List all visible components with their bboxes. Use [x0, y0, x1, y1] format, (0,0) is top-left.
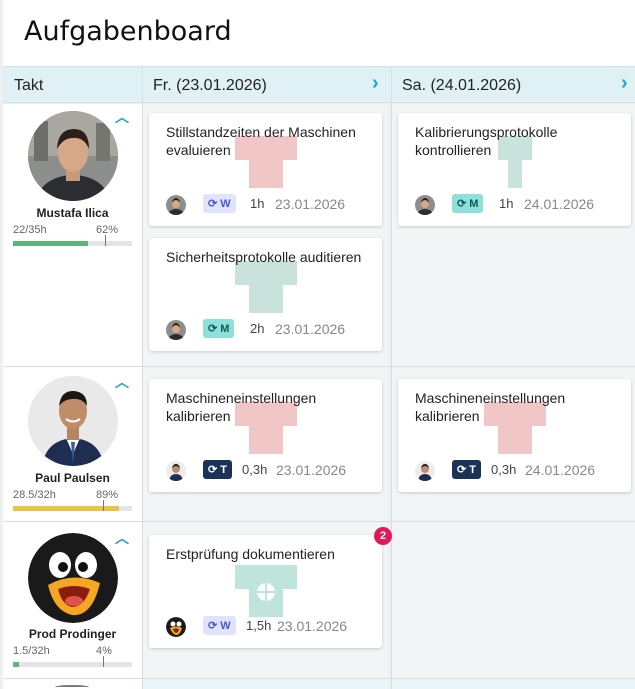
- task-card[interactable]: 2 Erstprüfung dokumentieren ⟳ W 1,5h 23.0…: [149, 527, 392, 648]
- task-card[interactable]: Stillstandzeiten der Maschinen evaluiere…: [149, 113, 382, 226]
- task-date: 24.01.2026: [524, 196, 595, 212]
- recurrence-tag: ⟳ W: [203, 194, 236, 213]
- repeat-icon: ⟳: [457, 198, 467, 210]
- task-title: Stillstandzeiten der Maschinen evaluiere…: [166, 124, 356, 158]
- recurrence-tag: ⟳ M: [203, 319, 235, 338]
- chevron-right-icon[interactable]: ›: [621, 73, 628, 93]
- task-title: Kalibrierungsprotokolle kontrollieren: [415, 124, 558, 158]
- notification-badge: 2: [374, 527, 392, 545]
- tshirt-icon: [235, 261, 297, 313]
- task-duration: 0,3h: [491, 462, 517, 477]
- task-card[interactable]: Maschineneinstellungen kalibrieren ⟳ T 0,…: [398, 379, 631, 492]
- hours-label: 22/35h: [13, 224, 47, 236]
- task-title: Sicherheitsprotokolle auditieren: [166, 249, 362, 265]
- load-bar-fill: [13, 241, 88, 246]
- assignee-avatar: [415, 195, 435, 215]
- day-header-friday: Fr. (23.01.2026): [153, 77, 267, 94]
- collapse-chevron-up-icon[interactable]: ︿: [115, 107, 129, 127]
- load-bar: [13, 500, 132, 511]
- recurrence-tag: ⟳ W: [203, 616, 236, 635]
- repeat-icon: ⟳: [208, 620, 218, 632]
- takt-column-header: Takt: [14, 77, 44, 94]
- assignee-avatar: [415, 461, 435, 481]
- page-title: Aufgabenboard: [24, 16, 232, 47]
- avatar: [28, 376, 118, 466]
- task-card[interactable]: Maschineneinstellungen kalibrieren ⟳ T 0,…: [149, 379, 382, 492]
- tshirt-icon: [235, 565, 297, 617]
- repeat-icon: ⟳: [208, 323, 218, 335]
- day-header-saturday: Sa. (24.01.2026): [402, 77, 522, 94]
- task-duration: 1h: [499, 196, 514, 211]
- repeat-icon: ⟳: [208, 464, 218, 476]
- hours-label: 28.5/32h: [13, 489, 56, 501]
- task-date: 23.01.2026: [275, 196, 346, 212]
- task-card[interactable]: Sicherheitsprotokolle auditieren ⟳ M 2h 2…: [149, 238, 382, 351]
- task-duration: 0,3h: [242, 462, 268, 477]
- recurrence-tag: ⟳ T: [452, 460, 481, 479]
- hours-label: 1.5/32h: [13, 645, 50, 657]
- task-title: Erstprüfung dokumentieren: [166, 546, 335, 562]
- task-duration: 2h: [250, 321, 265, 336]
- person-name: Paul Paulsen: [35, 471, 110, 485]
- task-duration: 1,5h: [246, 618, 272, 633]
- collapse-chevron-up-icon[interactable]: ︿: [115, 372, 129, 392]
- day-cell: [143, 679, 388, 689]
- person-name: Prod Prodinger: [28, 627, 117, 641]
- day-cell: [392, 679, 635, 689]
- repeat-icon: ⟳: [208, 198, 218, 210]
- load-bar: [13, 235, 132, 246]
- repeat-icon: ⟳: [457, 464, 467, 476]
- load-bar: [13, 656, 132, 667]
- task-date: 23.01.2026: [275, 321, 346, 337]
- task-duration: 1h: [250, 196, 265, 211]
- assignee-avatar: [166, 320, 186, 340]
- recurrence-tag: ⟳ M: [452, 194, 484, 213]
- board-header: Takt Fr. (23.01.2026) › Sa. (24.01.2026)…: [3, 66, 635, 104]
- recurrence-tag: ⟳ T: [203, 460, 232, 479]
- assignee-avatar: [166, 617, 186, 637]
- chevron-right-icon[interactable]: ›: [372, 73, 379, 93]
- title-bar: Aufgabenboard: [3, 0, 635, 66]
- avatar: [28, 111, 118, 201]
- collapse-chevron-up-icon[interactable]: ︿: [115, 528, 129, 548]
- task-title: Maschineneinstellungen kalibrieren: [415, 390, 566, 424]
- task-title: Maschineneinstellungen kalibrieren: [166, 390, 317, 424]
- load-bar-fill: [13, 662, 19, 667]
- assignee-avatar: [166, 195, 186, 215]
- task-date: 24.01.2026: [525, 462, 596, 478]
- assignee-avatar: [166, 461, 186, 481]
- task-card[interactable]: Kalibrierungsprotokolle kontrollieren ⟳ M…: [398, 113, 631, 226]
- avatar: [55, 685, 89, 689]
- penguin-avatar-icon: [28, 533, 118, 623]
- task-date: 23.01.2026: [277, 618, 348, 634]
- person-name: Mustafa Ilica: [36, 206, 109, 220]
- task-date: 23.01.2026: [276, 462, 347, 478]
